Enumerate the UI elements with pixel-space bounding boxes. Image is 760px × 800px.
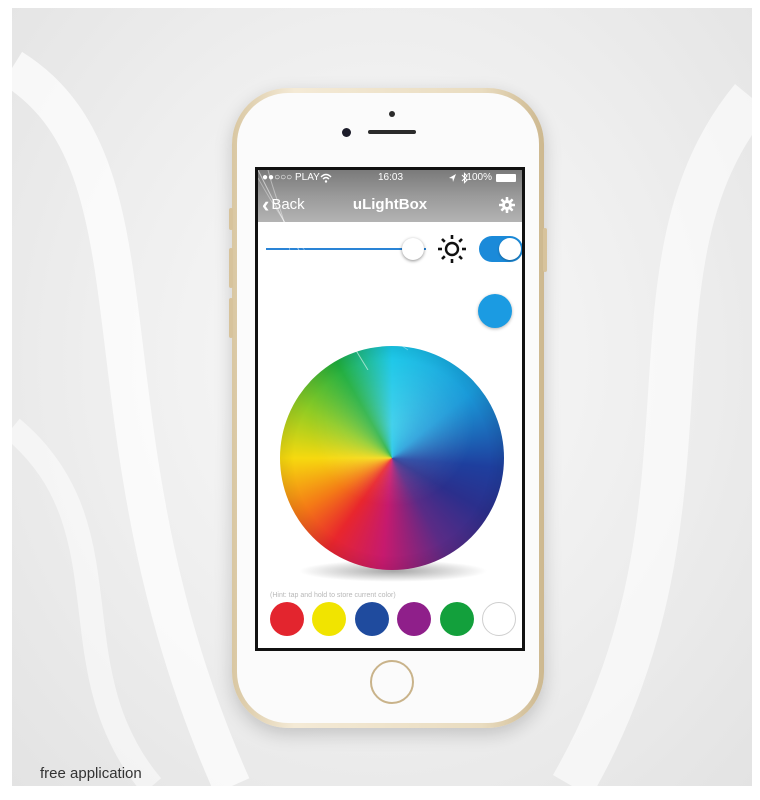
swatch-green[interactable] [439,602,474,636]
earpiece-speaker [368,130,416,134]
page-title: uLightBox [352,196,428,213]
caption: free application [40,765,142,782]
gear-icon[interactable] [498,196,516,214]
phone-face: ●●○○○ PLAY 16:03 100% ‹ Back uLightBox (… [237,93,539,723]
app-screen: ●●○○○ PLAY 16:03 100% ‹ Back uLightBox (… [255,167,525,651]
color-wheel-container [278,346,508,592]
brightness-slider[interactable] [266,238,426,260]
mute-switch [229,208,233,230]
volume-down-button [229,298,233,338]
swatch-blue[interactable] [354,602,389,636]
front-camera [342,128,351,137]
swatch-purple[interactable] [397,602,432,636]
sun-icon [438,235,466,263]
slider-thumb[interactable] [402,238,425,260]
power-button [543,228,547,272]
swatch-red[interactable] [270,602,304,636]
top-bar: ●●○○○ PLAY 16:03 100% ‹ Back uLightBox [258,170,522,222]
status-bar: ●●○○○ PLAY 16:03 100% [258,170,522,186]
volume-up-button [229,248,233,288]
location-arrow-icon [449,174,456,182]
navigation-bar: ‹ Back uLightBox [258,188,522,220]
swatch-yellow[interactable] [312,602,347,636]
swatch-white[interactable] [482,602,516,636]
hint-text: (Hint: tap and hold to store current col… [270,592,396,599]
proximity-sensor [389,111,395,117]
wheel-shading [280,346,504,570]
battery-percent: 100% [466,172,492,183]
phone-frame: ●●○○○ PLAY 16:03 100% ‹ Back uLightBox (… [229,88,547,728]
light-toggle[interactable] [479,236,522,262]
wifi-icon [320,173,332,183]
battery-icon [496,174,516,182]
home-button[interactable] [370,660,414,704]
toggle-knob [499,238,521,260]
current-color-indicator [478,294,512,328]
color-presets [270,602,516,636]
status-time: 16:03 [378,172,404,183]
carrier-label: ●●○○○ PLAY [262,172,320,183]
